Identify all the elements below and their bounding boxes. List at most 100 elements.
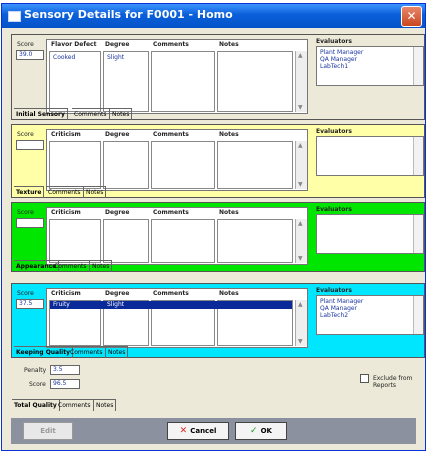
degree-value: Slight <box>107 54 125 61</box>
tab-texture[interactable]: Texture <box>14 186 45 198</box>
evaluators-list[interactable]: Plant Manager QA Manager LabTech2 <box>316 295 424 335</box>
evaluators-list[interactable] <box>316 214 424 254</box>
table-scrollbar[interactable]: ▲ ▼ <box>295 141 307 189</box>
evaluators-scrollbar[interactable] <box>413 215 423 253</box>
flavor-defect-value: Cooked <box>53 54 76 61</box>
evaluators-scrollbar[interactable] <box>413 296 423 334</box>
column-header: Notes <box>219 41 239 48</box>
evaluators-label: Evaluators <box>316 206 352 213</box>
appearance-panel: Score Criticism Degree Comments Notes ▲ ▼… <box>11 202 425 272</box>
appearance-score-field[interactable] <box>16 218 44 228</box>
tab-notes[interactable]: Notes <box>106 346 129 358</box>
total-score-field[interactable]: 96.5 <box>50 379 80 389</box>
keeping-score-field[interactable]: 37.5 <box>16 299 44 309</box>
column-header: Comments <box>153 41 189 48</box>
initial-defect-table[interactable]: Flavor Defect Degree Comments Notes Cook… <box>46 39 308 114</box>
texture-score-label: Score <box>17 131 34 138</box>
evaluator-item[interactable]: LabTech2 <box>320 312 348 319</box>
evaluators-scrollbar[interactable] <box>413 137 423 175</box>
column-header: Notes <box>219 209 239 216</box>
window-title: Sensory Details for F0001 - Homo <box>24 8 233 21</box>
comments-cell[interactable] <box>151 51 215 112</box>
column-header: Degree <box>105 209 130 216</box>
exclude-from-reports-checkbox[interactable] <box>360 374 369 383</box>
tab-notes[interactable]: Notes <box>84 186 107 198</box>
scroll-down-icon[interactable]: ▼ <box>298 255 303 262</box>
texture-criticism-table[interactable]: Criticism Degree Comments Notes ▲ ▼ <box>46 129 308 191</box>
tab-comments[interactable]: Comments <box>56 399 94 411</box>
scroll-up-icon[interactable]: ▲ <box>298 52 303 59</box>
keeping-quality-panel: Score 37.5 Criticism Degree Comments Not… <box>11 283 425 358</box>
column-header: Comments <box>153 131 189 138</box>
tab-comments[interactable]: Comments <box>72 108 110 120</box>
flavor-defect-cell[interactable]: Cooked <box>49 51 101 112</box>
appearance-criticism-table[interactable]: Criticism Degree Comments Notes ▲ ▼ <box>46 207 308 265</box>
ok-label: OK <box>260 427 272 435</box>
evaluator-item[interactable]: Plant Manager <box>320 49 363 56</box>
tab-keeping-quality[interactable]: Keeping Quality <box>14 346 74 358</box>
tab-comments[interactable]: Comments <box>52 260 90 272</box>
cancel-button[interactable]: ✕ Cancel <box>167 422 229 440</box>
column-header: Comments <box>153 209 189 216</box>
scroll-up-icon[interactable]: ▲ <box>298 301 303 308</box>
evaluators-list[interactable]: Plant Manager QA Manager LabTech1 <box>316 46 424 86</box>
selected-table-row[interactable]: Fruity Slight <box>50 301 292 309</box>
degree-cell[interactable] <box>103 219 149 263</box>
evaluator-item[interactable]: LabTech1 <box>320 63 348 70</box>
comments-cell[interactable] <box>151 219 215 263</box>
tab-comments[interactable]: Comments <box>68 346 106 358</box>
scroll-up-icon[interactable]: ▲ <box>298 142 303 149</box>
notes-cell[interactable] <box>217 219 293 263</box>
evaluators-label: Evaluators <box>316 38 352 45</box>
column-header: Notes <box>219 290 239 297</box>
degree-value: Slight <box>107 301 125 308</box>
initial-score-field[interactable]: 39.0 <box>16 50 44 60</box>
initial-sensory-panel: Score 39.0 Flavor Defect Degree Comments… <box>11 34 425 120</box>
evaluator-item[interactable]: QA Manager <box>320 305 357 312</box>
column-header: Flavor Defect <box>51 41 97 48</box>
evaluators-list[interactable] <box>316 136 424 176</box>
tab-notes[interactable]: Notes <box>94 399 117 411</box>
column-header: Comments <box>153 290 189 297</box>
penalty-field[interactable]: 3.5 <box>50 365 80 375</box>
comments-cell[interactable] <box>151 141 215 189</box>
check-icon: ✓ <box>250 426 258 436</box>
table-scrollbar[interactable]: ▲ ▼ <box>295 51 307 112</box>
tab-notes[interactable]: Notes <box>90 260 113 272</box>
tab-initial-sensory[interactable]: Initial Sensory <box>14 108 68 120</box>
table-scrollbar[interactable]: ▲ ▼ <box>295 300 307 346</box>
initial-score-label: Score <box>17 41 34 48</box>
edit-button[interactable]: Edit <box>23 422 73 440</box>
column-header: Criticism <box>51 290 81 297</box>
notes-cell[interactable] <box>217 51 293 112</box>
tab-total-quality[interactable]: Total Quality <box>12 399 60 411</box>
degree-cell[interactable] <box>103 141 149 189</box>
texture-score-field[interactable] <box>16 140 44 150</box>
sensory-details-window: Sensory Details for F0001 - Homo ✕ Score… <box>1 3 426 451</box>
keeping-criticism-table[interactable]: Criticism Degree Comments Notes Fruity S… <box>46 288 308 348</box>
tab-comments[interactable]: Comments <box>46 186 84 198</box>
column-header: Criticism <box>51 209 81 216</box>
scroll-down-icon[interactable]: ▼ <box>298 181 303 188</box>
texture-panel: Score Criticism Degree Comments Notes ▲ ▼… <box>11 124 425 198</box>
evaluators-label: Evaluators <box>316 128 352 135</box>
evaluator-item[interactable]: QA Manager <box>320 56 357 63</box>
column-header: Criticism <box>51 131 81 138</box>
notes-cell[interactable] <box>217 141 293 189</box>
button-bar: Edit ✕ Cancel ✓ OK <box>11 418 416 444</box>
app-icon <box>8 11 21 22</box>
scroll-down-icon[interactable]: ▼ <box>298 104 303 111</box>
close-button[interactable]: ✕ <box>401 6 422 27</box>
criticism-cell[interactable] <box>49 141 101 189</box>
scroll-down-icon[interactable]: ▼ <box>298 338 303 345</box>
scroll-up-icon[interactable]: ▲ <box>298 220 303 227</box>
title-bar: Sensory Details for F0001 - Homo ✕ <box>2 4 425 28</box>
degree-cell[interactable]: Slight <box>103 51 149 112</box>
ok-button[interactable]: ✓ OK <box>235 422 287 440</box>
evaluators-scrollbar[interactable] <box>413 47 423 85</box>
criticism-cell[interactable] <box>49 219 101 263</box>
column-header: Degree <box>105 290 130 297</box>
tab-notes[interactable]: Notes <box>110 108 133 120</box>
evaluator-item[interactable]: Plant Manager <box>320 298 363 305</box>
table-scrollbar[interactable]: ▲ ▼ <box>295 219 307 263</box>
